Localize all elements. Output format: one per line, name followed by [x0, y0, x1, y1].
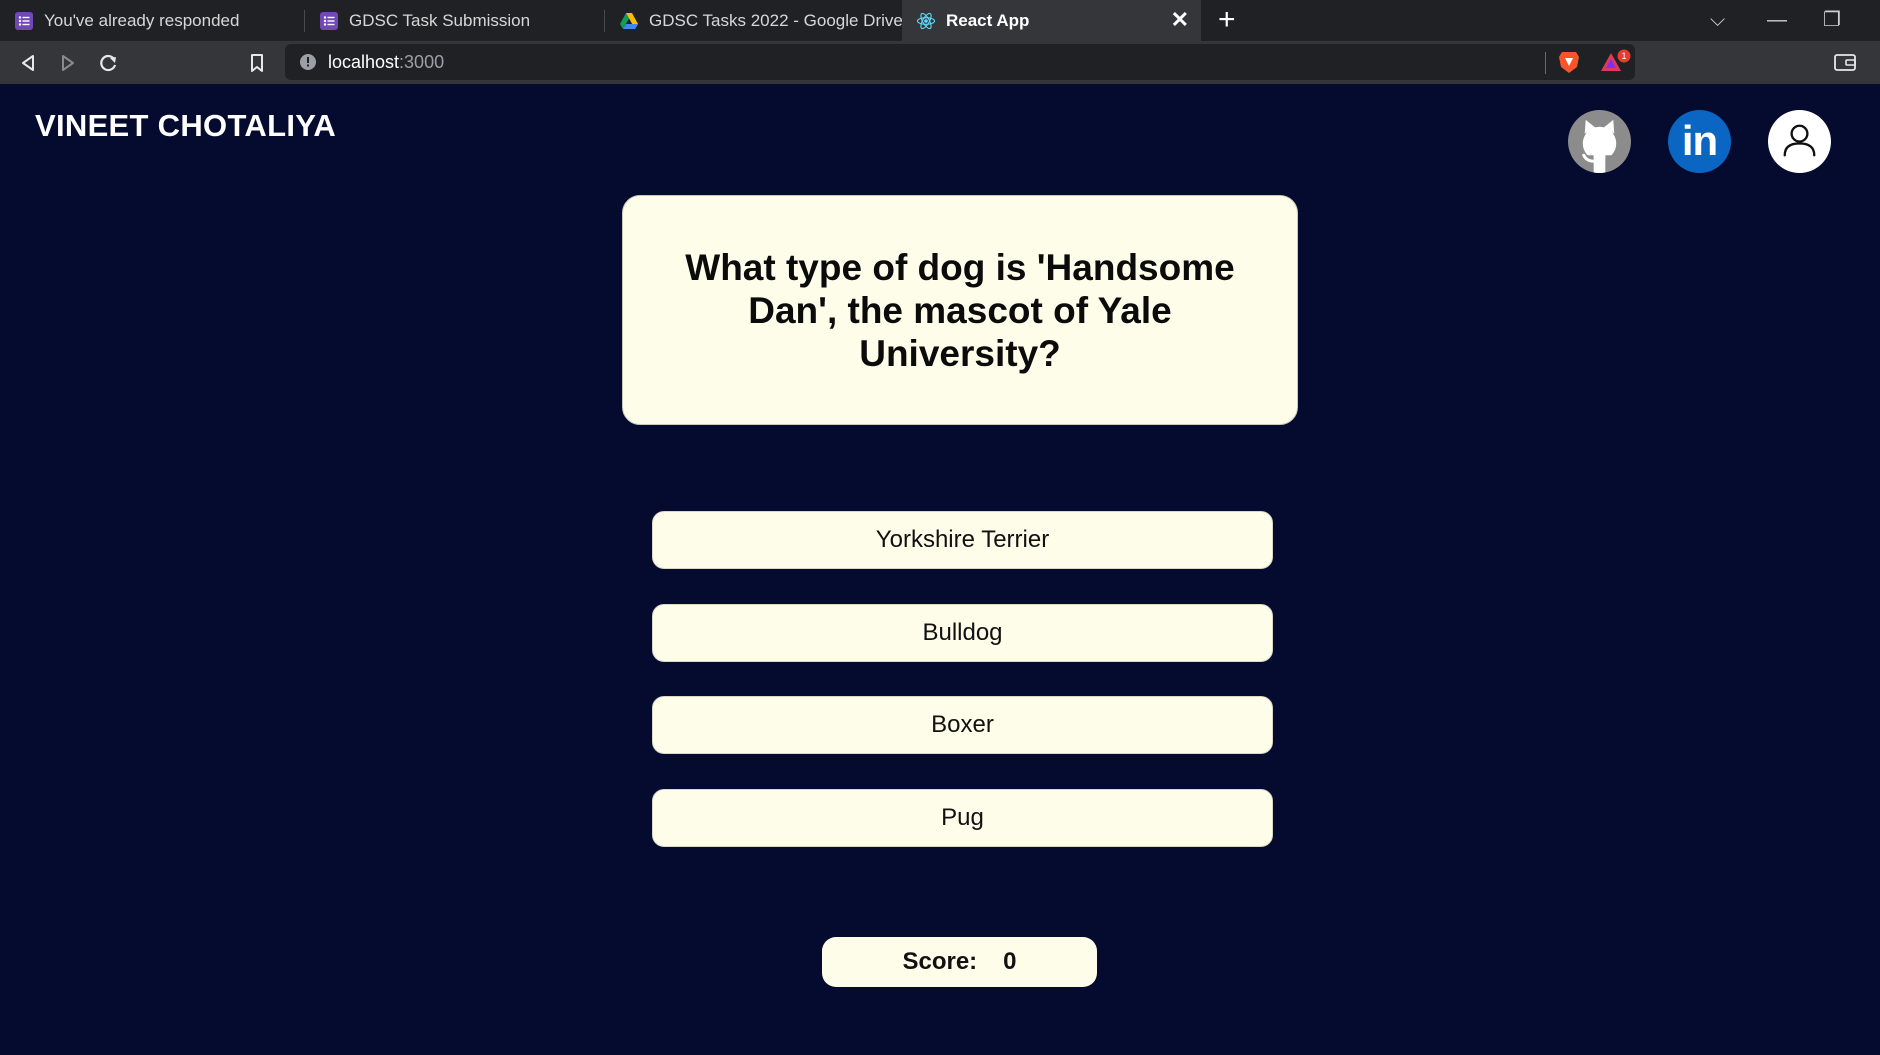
answer-option-boxer[interactable]: Boxer [652, 696, 1273, 754]
browser-tab-gdsc-task-submission[interactable]: GDSC Task Submission [305, 0, 605, 41]
browser-tab-google-drive[interactable]: GDSC Tasks 2022 - Google Drive [605, 0, 902, 41]
close-tab-icon[interactable]: ✕ [1171, 8, 1189, 32]
brave-shields-icon[interactable] [1558, 50, 1580, 74]
restore-window-icon[interactable]: ❐ [1823, 6, 1841, 34]
forward-arrow-icon[interactable] [54, 49, 82, 77]
new-tab-button[interactable]: + [1218, 4, 1236, 36]
browser-toolbar: localhost:3000 1 [0, 41, 1880, 84]
brand-name: VINEET CHOTALIYA [35, 108, 337, 143]
github-link[interactable] [1568, 110, 1631, 173]
address-bar-divider [1545, 52, 1546, 74]
back-arrow-icon[interactable] [14, 49, 42, 77]
tab-title: You've already responded [44, 10, 240, 30]
url-host: localhost [328, 52, 400, 72]
address-bar[interactable]: localhost:3000 1 [285, 44, 1635, 80]
score-label: Score: [902, 948, 978, 975]
question-text: What type of dog is 'Handsome Dan', the … [685, 246, 1235, 374]
react-icon [916, 12, 936, 29]
github-icon [1568, 119, 1631, 173]
url-port: :3000 [399, 52, 445, 72]
brave-rewards-icon[interactable]: 1 [1600, 49, 1632, 75]
answer-option-pug[interactable]: Pug [652, 789, 1273, 847]
rewards-notification-count: 1 [1621, 51, 1626, 61]
bookmark-icon[interactable] [243, 49, 271, 77]
profile-link[interactable] [1768, 110, 1831, 173]
browser-tab-bar: You've already responded GDSC Task Submi… [0, 0, 1880, 41]
answer-option-yorkshire-terrier[interactable]: Yorkshire Terrier [652, 511, 1273, 569]
score-display: Score: 0 [822, 937, 1097, 987]
score-value: 0 [1003, 948, 1017, 975]
linkedin-link[interactable]: in [1668, 110, 1731, 173]
reload-icon[interactable] [94, 49, 122, 77]
tab-title: GDSC Task Submission [349, 10, 531, 30]
google-forms-icon [320, 11, 338, 30]
tab-search-dropdown-icon[interactable]: ⌵ [1710, 6, 1725, 34]
tab-title: React App [946, 10, 1030, 30]
browser-tab-react-app[interactable]: React App ✕ [902, 0, 1201, 41]
google-drive-icon [620, 12, 638, 29]
minimize-window-icon[interactable]: — [1767, 6, 1787, 34]
tab-title: GDSC Tasks 2022 - Google Drive [649, 10, 902, 30]
site-info-icon[interactable] [299, 53, 317, 71]
user-profile-icon [1783, 124, 1816, 157]
google-forms-icon [15, 11, 33, 30]
wallet-icon[interactable] [1833, 51, 1857, 73]
browser-tab-forms-responded[interactable]: You've already responded [0, 0, 305, 41]
linkedin-icon: in [1681, 116, 1718, 164]
url-text: localhost:3000 [328, 51, 444, 73]
answer-option-bulldog[interactable]: Bulldog [652, 604, 1273, 662]
question-card: What type of dog is 'Handsome Dan', the … [622, 195, 1298, 425]
